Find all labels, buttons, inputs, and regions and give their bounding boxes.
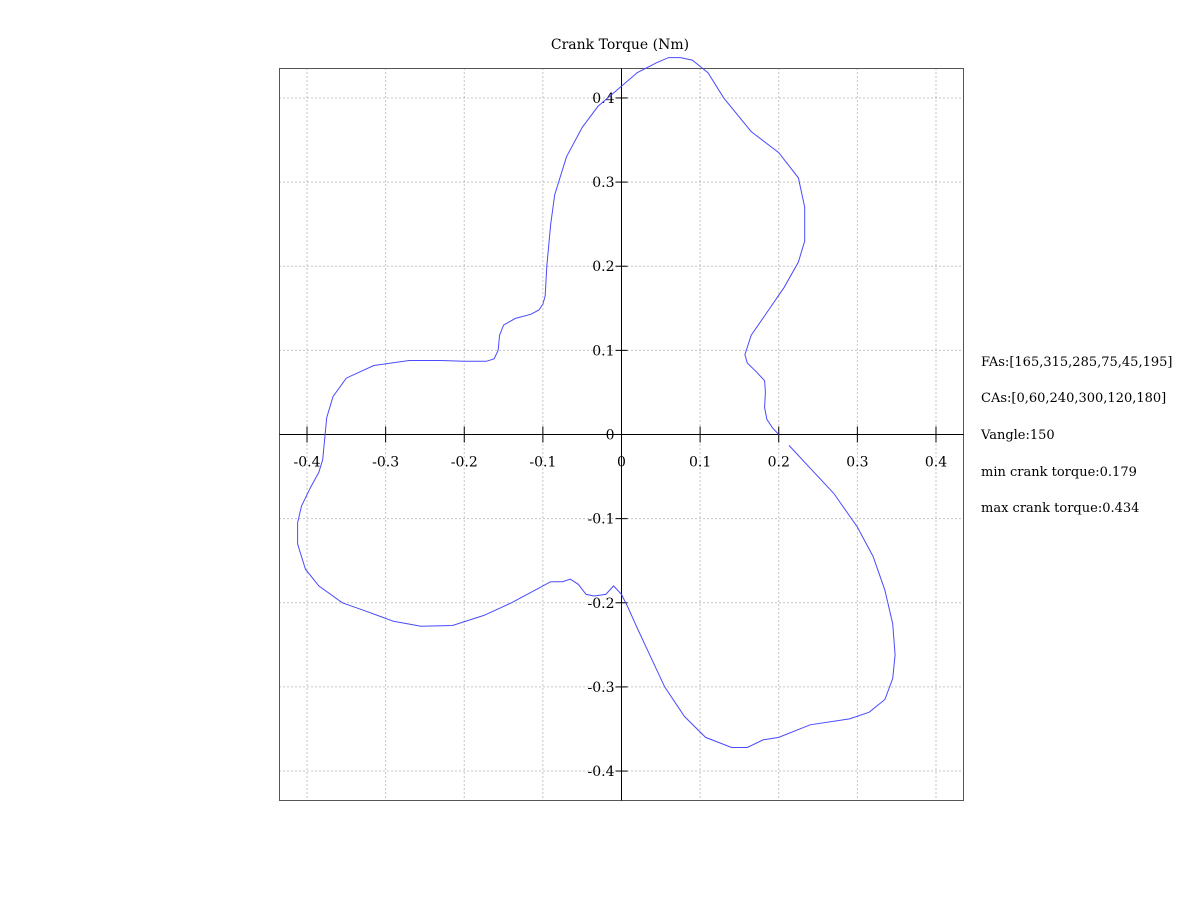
x-tick-label: 0.2 — [768, 455, 790, 471]
min-torque-annotation: min crank torque:0.179 — [981, 465, 1137, 480]
center-axes — [279, 68, 964, 801]
cas-annotation: CAs:[0,60,240,300,120,180] — [981, 391, 1167, 406]
chart-title: Crank Torque (Nm) — [551, 37, 689, 53]
y-tick-label: 0.4 — [592, 91, 614, 107]
y-tick-label: -0.2 — [588, 596, 615, 612]
y-tick-label: -0.3 — [588, 680, 615, 696]
y-tick-label: -0.4 — [588, 764, 615, 780]
x-tick-label: -0.2 — [451, 455, 478, 471]
vangle-annotation: Vangle:150 — [981, 428, 1055, 443]
x-tick-label: 0.4 — [925, 455, 947, 471]
max-torque-annotation: max crank torque:0.434 — [981, 501, 1140, 516]
y-tick-label: -0.1 — [588, 512, 615, 528]
series-line — [297, 57, 896, 748]
x-tick-label: 0 — [617, 455, 626, 471]
x-tick-label: -0.3 — [372, 455, 399, 471]
polar-torque-chart: Crank Torque (Nm) -0.4 -0.3 -0.2 -0.1 0 0.1 0.… — [279, 37, 964, 801]
y-tick-label: 0 — [606, 428, 615, 444]
series-layer — [297, 57, 896, 748]
y-tick-label: 0.1 — [592, 343, 614, 359]
x-tick-label: 0.3 — [846, 455, 868, 471]
fas-annotation: FAs:[165,315,285,75,45,195] — [981, 355, 1173, 370]
tick-labels: -0.4 -0.3 -0.2 -0.1 0 0.1 0.2 0.3 0.4 0.4 0.3 0.2 0.… — [294, 91, 948, 780]
x-tick-label: 0.1 — [689, 455, 711, 471]
y-tick-label: 0.3 — [592, 175, 614, 191]
x-tick-label: -0.1 — [529, 455, 556, 471]
x-tick-label: -0.4 — [294, 455, 321, 471]
y-tick-label: 0.2 — [592, 259, 614, 275]
